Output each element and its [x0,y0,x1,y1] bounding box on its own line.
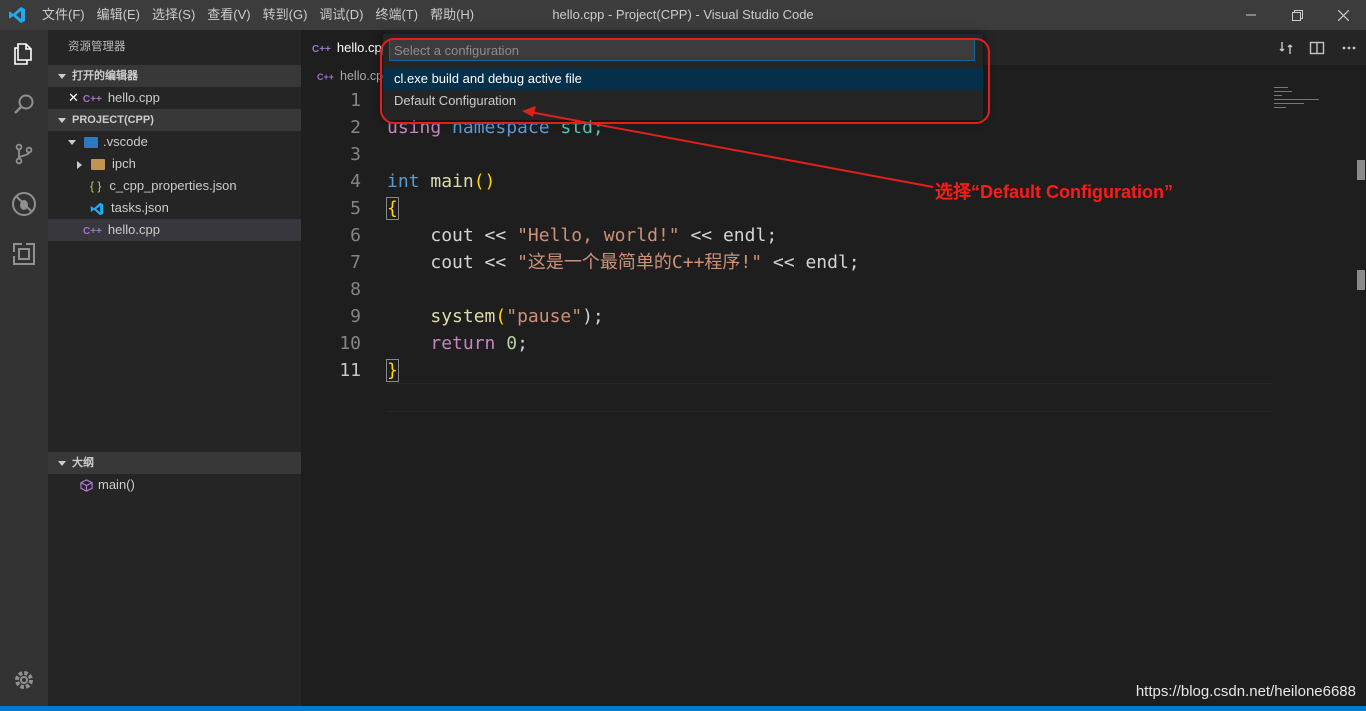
chevron-right-icon [77,160,82,169]
tree-item-ipch-folder[interactable]: ipch [48,153,301,175]
files-icon [14,43,32,65]
chevron-down-icon [58,73,66,79]
menu-help[interactable]: 帮助(H) [424,0,480,30]
tree-item-tasks-json[interactable]: tasks.json [48,197,301,219]
explorer-sidebar: 资源管理器 打开的编辑器 ✕ C++ hello.cpp PROJECT(CPP) … [48,30,301,706]
explorer-button[interactable] [0,30,48,78]
code-line: 9 system("pause"); [350,306,604,327]
code-line: 11} [339,359,399,382]
code-line: 8 [350,279,361,300]
menu-file[interactable]: 文件(F) [36,0,91,30]
cpp-file-icon: C++ [312,44,331,55]
close-button[interactable] [1320,0,1366,30]
menu-go[interactable]: 转到(G) [257,0,314,30]
outline-item-main[interactable]: main() [48,474,301,496]
menu-selection[interactable]: 选择(S) [146,0,201,30]
chevron-down-icon [68,140,76,146]
code-line: 10 return 0; [339,333,528,354]
method-cube-icon [80,479,93,492]
tree-item-hello-cpp[interactable]: C++ hello.cpp [48,219,301,241]
annotation-label: 选择“Default Configuration” [935,182,1173,202]
outline-section: 大纲 main() [48,452,301,496]
annotation-highlight-box [380,38,990,124]
current-line-highlight [387,383,1273,412]
menu-edit[interactable]: 编辑(E) [91,0,146,30]
restore-button[interactable] [1274,0,1320,30]
more-actions-icon[interactable] [1341,40,1357,56]
split-editor-icon[interactable] [1309,40,1325,56]
debug-button[interactable] [0,180,48,228]
extensions-icon [12,242,35,265]
menu-view[interactable]: 查看(V) [201,0,256,30]
source-control-icon [15,143,33,165]
sidebar-title: 资源管理器 [68,41,126,53]
gear-icon [15,671,33,689]
chevron-down-icon [58,460,66,466]
cpp-file-icon: C++ [82,94,102,105]
tab-hello-cpp[interactable]: C++ hello.cpp [301,30,389,65]
tree-item-vscode-folder[interactable]: .vscode [48,131,301,153]
search-icon [14,94,34,114]
cpp-file-icon: C++ [83,226,102,237]
vscode-logo-icon [9,7,25,23]
outline-header[interactable]: 大纲 [48,452,301,474]
activity-bar [0,30,48,706]
settings-button[interactable] [0,656,48,704]
search-button[interactable] [0,80,48,128]
open-changes-icon[interactable] [1278,40,1294,56]
code-line: 6 cout << "Hello, world!" << endl; [350,225,778,246]
vscode-file-icon [90,202,104,215]
source-control-button[interactable] [0,130,48,178]
restore-icon [1291,10,1303,21]
vscode-folder-icon [84,137,98,149]
json-file-icon: { } [90,179,102,193]
title-bar: 文件(F) 编辑(E) 选择(S) 查看(V) 转到(G) 调试(D) 终端(T… [0,0,1366,30]
tree-item-c-cpp-properties[interactable]: { } c_cpp_properties.json [48,175,301,197]
debug-icon [12,192,36,216]
minimize-icon [1246,14,1256,16]
cpp-file-icon: C++ [317,72,335,82]
open-editor-item[interactable]: ✕ C++ hello.cpp [48,87,301,109]
status-bar [0,706,1366,711]
scrollbar-thumb[interactable] [1357,270,1365,290]
editor-area: C++ hello.cpp C++ hello.cp 1 2 using namesp… [301,30,1366,706]
folder-icon [91,159,105,171]
scrollbar-thumb[interactable] [1357,160,1365,180]
code-line: 3 [350,144,361,165]
menu-terminal[interactable]: 终端(T) [369,0,424,30]
chevron-down-icon [58,117,66,123]
project-header[interactable]: PROJECT(CPP) [48,109,301,131]
extensions-button[interactable] [0,230,48,278]
menu-debug[interactable]: 调试(D) [313,0,369,30]
menu-bar: 文件(F) 编辑(E) 选择(S) 查看(V) 转到(G) 调试(D) 终端(T… [36,0,480,30]
breadcrumb[interactable]: C++ hello.cp [301,65,383,87]
watermark: https://blog.csdn.net/heilone6688 [1135,683,1356,700]
close-icon [1337,9,1349,22]
minimize-button[interactable] [1228,0,1274,30]
open-editors-header[interactable]: 打开的编辑器 [48,65,301,87]
code-line: 7 cout << "这是一个最简单的C++程序!" << endl; [350,252,860,273]
minimap[interactable] [1272,85,1352,125]
close-icon[interactable]: ✕ [68,90,79,105]
